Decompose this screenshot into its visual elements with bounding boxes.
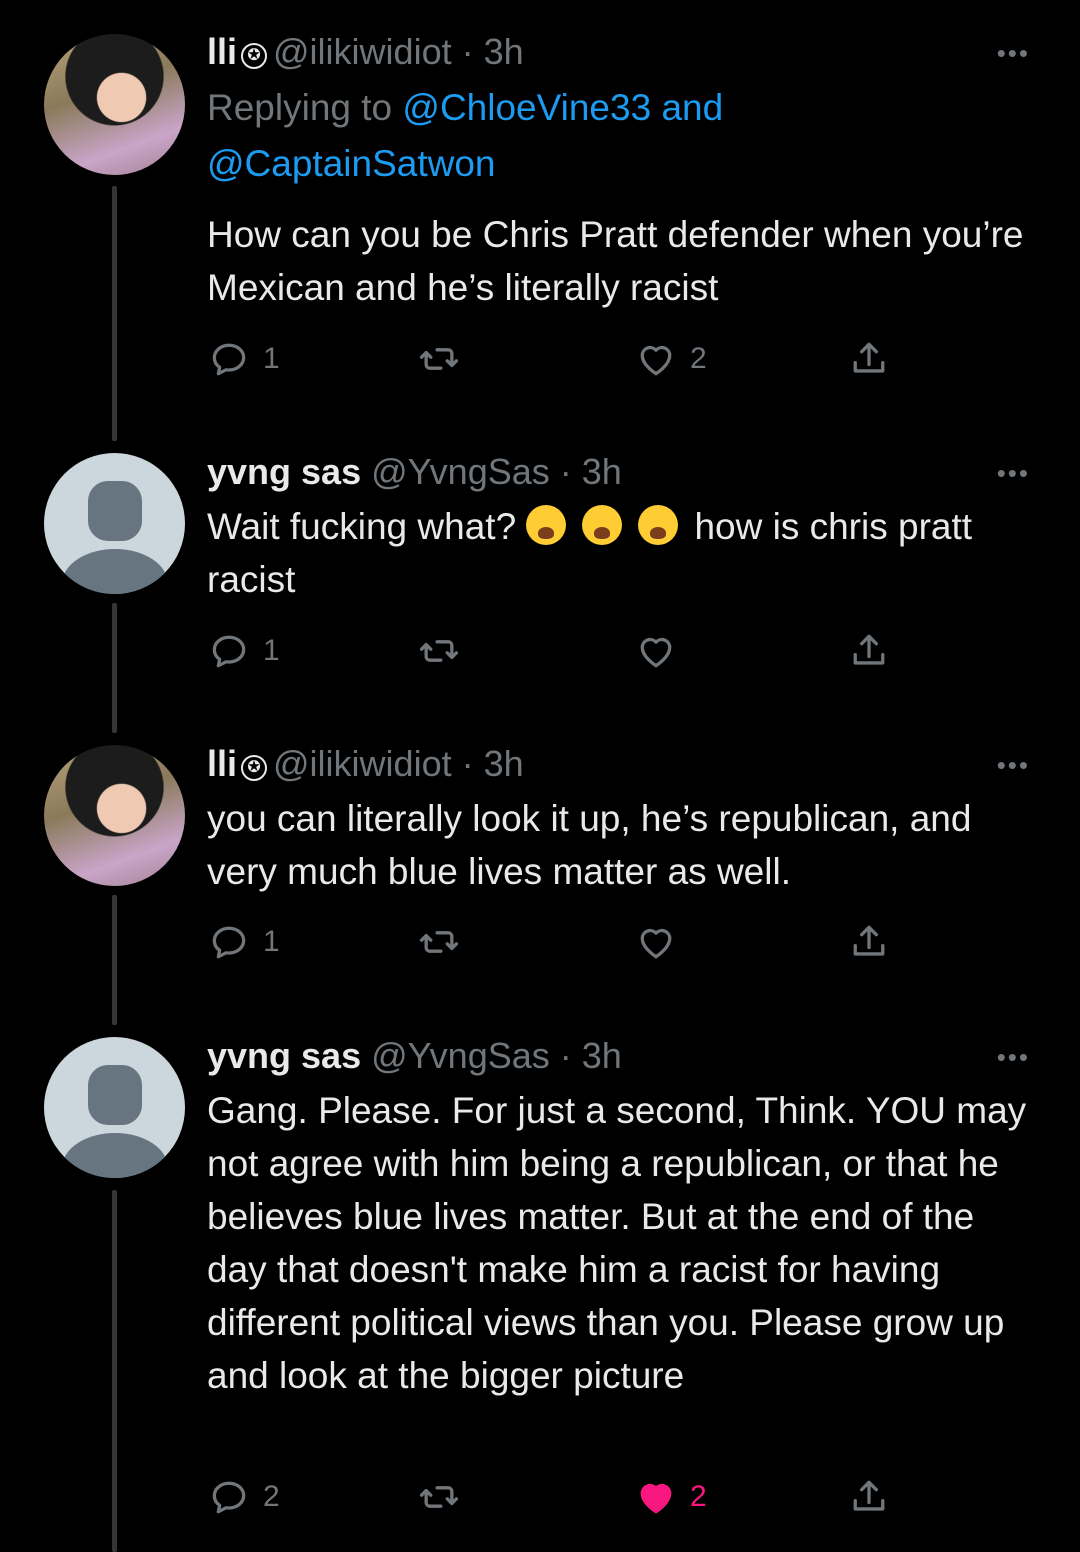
reply-count: 1 — [263, 925, 280, 958]
tweet-actions: 1 2 — [207, 337, 907, 381]
loudly-crying-face-emoji — [582, 505, 623, 545]
tweet-text: Wait fucking what? how is chris pratt ra… — [207, 500, 1037, 606]
reply-icon — [212, 343, 246, 376]
reply-count: 1 — [263, 634, 280, 667]
more-icon[interactable]: ••• — [997, 38, 1030, 69]
reply-icon — [212, 1481, 246, 1514]
handle[interactable]: @YvngSas — [371, 451, 550, 492]
user-avatar[interactable] — [44, 745, 185, 886]
mention-link[interactable]: @CaptainSatwon — [207, 143, 496, 184]
thread-line — [112, 895, 117, 1025]
replying-to: Replying to @ChloeVine33 and @CaptainSat… — [207, 80, 723, 192]
tweet-actions: 2 2 — [207, 1475, 907, 1519]
share-button[interactable] — [847, 337, 891, 381]
mention-and: and — [651, 87, 724, 128]
avatar-body — [62, 549, 168, 594]
more-icon[interactable]: ••• — [997, 1042, 1030, 1073]
default-avatar[interactable] — [44, 453, 185, 594]
display-name[interactable]: yvng sas — [207, 451, 361, 492]
reply-button[interactable]: 1 — [207, 337, 280, 381]
display-name[interactable]: lli — [207, 31, 237, 72]
tweet-text: you can literally look it up, he’s repub… — [207, 798, 972, 892]
timestamp[interactable]: · 3h — [560, 1035, 622, 1076]
like-count: 2 — [690, 342, 707, 375]
mention-link[interactable]: @ChloeVine33 — [402, 87, 651, 128]
retweet-icon — [419, 1486, 459, 1508]
reply-button[interactable]: 1 — [207, 629, 280, 673]
retweet-button[interactable] — [417, 920, 473, 964]
retweet-icon — [419, 931, 459, 953]
reply-button[interactable]: 2 — [207, 1475, 280, 1519]
display-name[interactable]: lli — [207, 743, 237, 784]
display-name[interactable]: yvng sas — [207, 1035, 361, 1076]
timestamp[interactable]: · 3h — [560, 451, 622, 492]
share-button[interactable] — [847, 629, 891, 673]
share-icon — [853, 925, 885, 956]
badge-icon: ✪ — [241, 43, 268, 69]
replying-label: Replying to — [207, 87, 403, 128]
default-avatar[interactable] — [44, 1037, 185, 1178]
retweet-button[interactable] — [417, 629, 473, 673]
share-icon — [853, 342, 885, 373]
like-count: 2 — [690, 1480, 707, 1513]
handle[interactable]: @ilikiwidiot — [273, 743, 452, 784]
like-button[interactable]: 2 — [634, 337, 707, 381]
like-button[interactable]: 2 — [634, 1475, 707, 1519]
timestamp[interactable]: · 3h — [462, 31, 524, 72]
thread-line — [112, 186, 117, 441]
tweet-actions: 1 — [207, 920, 907, 964]
tweet-header: yvng sas @YvngSas · 3h — [207, 450, 622, 494]
heart-icon — [640, 1483, 672, 1514]
avatar-body — [62, 1133, 168, 1178]
timestamp[interactable]: · 3h — [462, 743, 524, 784]
user-avatar[interactable] — [44, 34, 185, 175]
handle[interactable]: @YvngSas — [371, 1035, 550, 1076]
reply-count: 2 — [263, 1480, 280, 1513]
avatar-head — [88, 1065, 142, 1125]
avatar-head — [88, 481, 142, 541]
badge-icon: ✪ — [241, 755, 268, 781]
handle[interactable]: @ilikiwidiot — [273, 31, 452, 72]
share-button[interactable] — [847, 920, 891, 964]
retweet-icon — [419, 640, 459, 662]
tweet-actions: 1 — [207, 629, 907, 673]
tweet-text-part: Wait fucking what? — [207, 506, 517, 547]
share-icon — [853, 1480, 885, 1511]
retweet-button[interactable] — [417, 1475, 473, 1519]
tweet-text: Gang. Please. For just a second, Think. … — [207, 1090, 1027, 1396]
retweet-button[interactable] — [417, 337, 473, 381]
heart-icon — [640, 345, 672, 376]
retweet-icon — [419, 348, 459, 370]
more-icon[interactable]: ••• — [997, 750, 1030, 781]
loudly-crying-face-emoji — [526, 505, 567, 545]
tweet-text: How can you be Chris Pratt defender when… — [207, 214, 1024, 308]
more-icon[interactable]: ••• — [997, 458, 1030, 489]
like-button[interactable] — [634, 920, 690, 964]
tweet-header: lli ✪ @ilikiwidiot · 3h — [207, 30, 524, 74]
reply-icon — [212, 635, 246, 668]
tweet-header: yvng sas @YvngSas · 3h — [207, 1034, 622, 1078]
reply-icon — [212, 926, 246, 959]
share-icon — [853, 634, 885, 665]
tweet-header: lli ✪ @ilikiwidiot · 3h — [207, 742, 524, 786]
thread-line — [112, 603, 117, 733]
heart-icon — [640, 928, 672, 959]
reply-count: 1 — [263, 342, 280, 375]
share-button[interactable] — [847, 1475, 891, 1519]
reply-button[interactable]: 1 — [207, 920, 280, 964]
heart-icon — [640, 637, 672, 668]
like-button[interactable] — [634, 629, 690, 673]
loudly-crying-face-emoji — [638, 505, 679, 545]
thread-line — [112, 1190, 117, 1552]
